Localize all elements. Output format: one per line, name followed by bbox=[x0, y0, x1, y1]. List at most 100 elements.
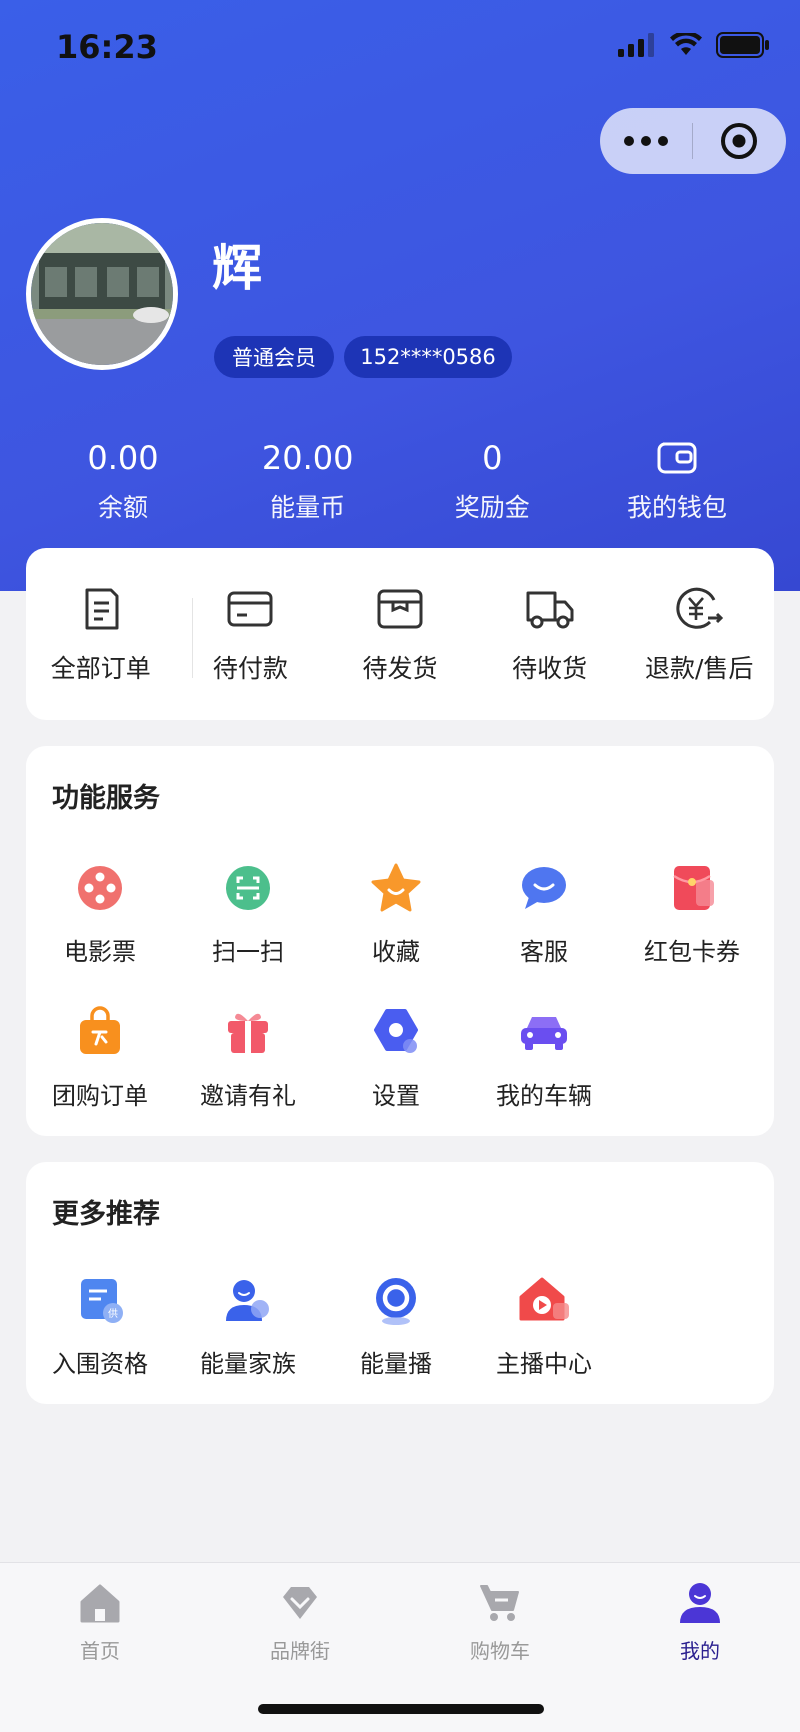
gift-icon bbox=[174, 1004, 322, 1060]
order-label: 全部订单 bbox=[50, 654, 151, 683]
car-icon bbox=[470, 1004, 618, 1060]
red-envelope-icon bbox=[618, 860, 766, 916]
recommend-energy-live[interactable]: 能量播 bbox=[322, 1272, 470, 1416]
stat-value: 0.00 bbox=[87, 439, 159, 477]
card-icon bbox=[176, 583, 326, 635]
wallet-icon bbox=[602, 436, 752, 480]
stat-value: 20.00 bbox=[261, 439, 354, 477]
account-stats: 0.00 余额 20.00 能量币 0 奖励金 我的钱包 bbox=[48, 436, 752, 524]
service-coupons[interactable]: 红包卡券 bbox=[618, 860, 766, 1004]
stat-label: 余额 bbox=[97, 493, 148, 522]
service-label: 收藏 bbox=[372, 938, 420, 966]
cart-icon bbox=[400, 1579, 600, 1627]
miniprogram-capsule bbox=[600, 108, 786, 174]
close-target-icon[interactable] bbox=[693, 121, 785, 161]
recommend-energy-family[interactable]: 能量家族 bbox=[174, 1272, 322, 1416]
recommend-label: 能量家族 bbox=[200, 1350, 296, 1378]
scan-icon bbox=[174, 860, 322, 916]
service-label: 红包卡券 bbox=[644, 938, 740, 966]
live-ring-icon bbox=[322, 1272, 470, 1328]
wifi-icon bbox=[670, 33, 702, 55]
settings-icon bbox=[322, 1004, 470, 1060]
stat-label: 我的钱包 bbox=[626, 493, 727, 522]
box-icon bbox=[325, 583, 475, 635]
status-bar: 16:23 bbox=[0, 0, 800, 100]
recommend-anchor-center[interactable]: 主播中心 bbox=[470, 1272, 618, 1416]
service-invite-gift[interactable]: 邀请有礼 bbox=[174, 1004, 322, 1148]
recommend-card: 更多推荐 供 入围资格 能量家族 能量播 主播中心 bbox=[26, 1162, 774, 1404]
stat-label: 奖励金 bbox=[454, 493, 530, 522]
services-grid: 电影票 扫一扫 收藏 客服 红包卡券 团购订单 邀请有礼 设置 我的车辆 bbox=[26, 860, 774, 1148]
phone-badge: 152****0586 bbox=[344, 336, 512, 378]
house-play-icon bbox=[470, 1272, 618, 1328]
home-indicator bbox=[258, 1704, 544, 1714]
tab-label: 首页 bbox=[80, 1639, 120, 1663]
recommend-label: 能量播 bbox=[360, 1350, 432, 1378]
stat-balance[interactable]: 0.00 余额 bbox=[48, 436, 198, 524]
heart-tag-icon bbox=[200, 1579, 400, 1627]
order-label: 待收货 bbox=[512, 654, 588, 683]
order-label: 待发货 bbox=[362, 654, 438, 683]
service-my-vehicles[interactable]: 我的车辆 bbox=[470, 1004, 618, 1148]
shopping-bag-icon bbox=[26, 1004, 174, 1060]
service-group-buy-orders[interactable]: 团购订单 bbox=[26, 1004, 174, 1148]
stat-reward[interactable]: 0 奖励金 bbox=[417, 436, 567, 524]
stat-energy-coin[interactable]: 20.00 能量币 bbox=[233, 436, 383, 524]
battery-icon bbox=[716, 32, 769, 58]
user-icon bbox=[600, 1579, 800, 1627]
order-pending-payment[interactable]: 待付款 bbox=[176, 583, 326, 685]
tab-label: 我的 bbox=[680, 1639, 720, 1663]
section-title: 更多推荐 bbox=[52, 1199, 160, 1230]
service-label: 团购订单 bbox=[52, 1082, 148, 1110]
order-all[interactable]: 全部订单 bbox=[26, 583, 176, 685]
order-list-icon bbox=[26, 583, 176, 635]
services-card: 功能服务 电影票 扫一扫 收藏 客服 红包卡券 团购订单 邀请有礼 设置 我的车… bbox=[26, 746, 774, 1136]
home-icon bbox=[0, 1579, 200, 1627]
chat-icon bbox=[470, 860, 618, 916]
tab-mine[interactable]: 我的 bbox=[600, 1563, 800, 1664]
film-reel-icon bbox=[26, 860, 174, 916]
service-settings[interactable]: 设置 bbox=[322, 1004, 470, 1148]
order-pending-shipment[interactable]: 待发货 bbox=[325, 583, 475, 685]
status-icons bbox=[618, 32, 770, 58]
orders-card: 全部订单 待付款 待发货 待收货 退款/售后 bbox=[26, 548, 774, 720]
order-pending-receipt[interactable]: 待收货 bbox=[475, 583, 625, 685]
service-label: 扫一扫 bbox=[212, 938, 284, 966]
service-favorites[interactable]: 收藏 bbox=[322, 860, 470, 1004]
refund-icon bbox=[624, 583, 774, 635]
section-title: 功能服务 bbox=[52, 783, 160, 814]
service-label: 设置 bbox=[372, 1082, 420, 1110]
signal-icon bbox=[618, 33, 654, 57]
recommend-label: 入围资格 bbox=[52, 1350, 148, 1378]
truck-icon bbox=[475, 583, 625, 635]
more-dots-icon[interactable] bbox=[600, 136, 692, 146]
avatar[interactable] bbox=[26, 218, 178, 370]
star-icon bbox=[322, 860, 470, 916]
tab-label: 品牌街 bbox=[270, 1639, 330, 1663]
order-label: 待付款 bbox=[212, 654, 288, 683]
tab-cart[interactable]: 购物车 bbox=[400, 1563, 600, 1664]
user-group-icon bbox=[174, 1272, 322, 1328]
svg-text:供: 供 bbox=[108, 1307, 118, 1320]
tab-home[interactable]: 首页 bbox=[0, 1563, 200, 1664]
recommend-qualification[interactable]: 供 入围资格 bbox=[26, 1272, 174, 1416]
order-label: 退款/售后 bbox=[644, 654, 754, 683]
service-customer-support[interactable]: 客服 bbox=[470, 860, 618, 1004]
status-time: 16:23 bbox=[56, 28, 158, 66]
service-movie-ticket[interactable]: 电影票 bbox=[26, 860, 174, 1004]
recommend-label: 主播中心 bbox=[496, 1350, 592, 1378]
service-scan[interactable]: 扫一扫 bbox=[174, 860, 322, 1004]
stat-wallet[interactable]: 我的钱包 bbox=[602, 436, 752, 524]
member-level-badge: 普通会员 bbox=[214, 336, 334, 378]
stat-value: 0 bbox=[482, 439, 503, 477]
tab-brand-street[interactable]: 品牌街 bbox=[200, 1563, 400, 1664]
user-name: 辉 bbox=[212, 239, 262, 297]
order-refund[interactable]: 退款/售后 bbox=[624, 583, 774, 685]
tab-label: 购物车 bbox=[470, 1639, 530, 1663]
service-label: 我的车辆 bbox=[496, 1082, 592, 1110]
document-icon: 供 bbox=[26, 1272, 174, 1328]
service-label: 电影票 bbox=[64, 938, 136, 966]
stat-label: 能量币 bbox=[270, 493, 346, 522]
service-label: 客服 bbox=[520, 938, 568, 966]
recommend-grid: 供 入围资格 能量家族 能量播 主播中心 bbox=[26, 1272, 774, 1416]
